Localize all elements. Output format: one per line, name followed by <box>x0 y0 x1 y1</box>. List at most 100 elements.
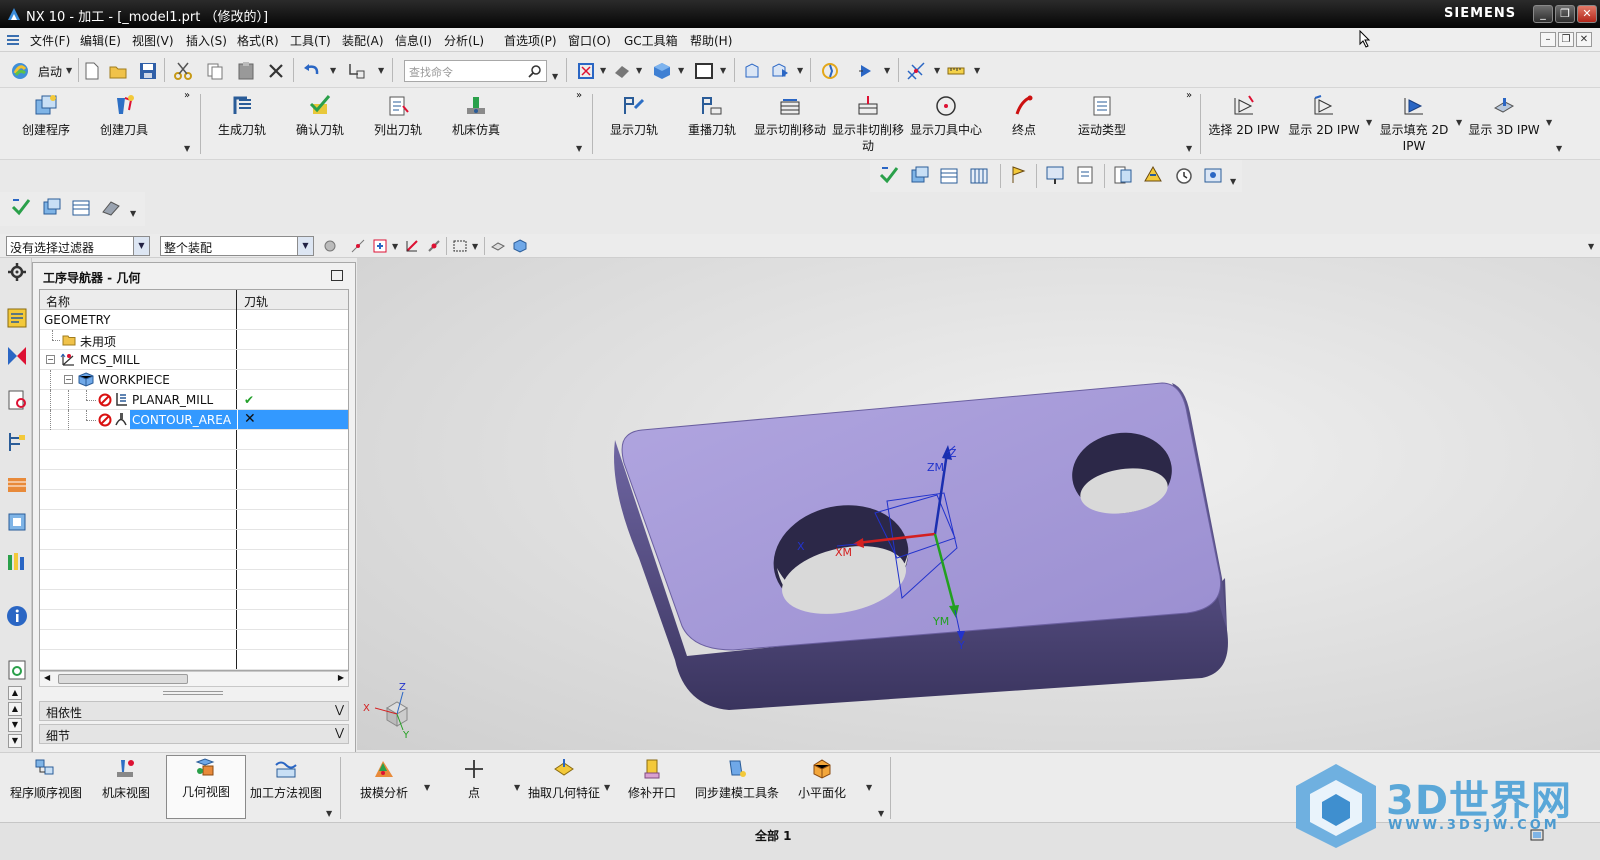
close-button[interactable]: ✕ <box>1577 5 1597 23</box>
search-icon[interactable] <box>528 64 542 78</box>
feed-icon[interactable] <box>1008 164 1030 186</box>
restore-button[interactable]: ❐ <box>1555 5 1575 23</box>
motion-type-button[interactable]: 运动类型 <box>1062 94 1142 138</box>
facetize-button[interactable]: 小平面化 <box>782 757 862 801</box>
point-button[interactable]: 点 <box>434 757 514 801</box>
select-2d-ipw-button[interactable]: 选择 2D IPW <box>1204 94 1284 138</box>
reuse-library-icon[interactable] <box>5 510 29 534</box>
render-style-icon[interactable] <box>612 61 632 81</box>
history-icon[interactable] <box>5 550 29 574</box>
geometry-group-icon[interactable] <box>968 164 990 186</box>
quick-program-icon[interactable] <box>40 196 62 218</box>
part-model[interactable]: ZM Z XM X YM Y Z X Y <box>357 258 1600 750</box>
info-icon[interactable] <box>5 604 29 628</box>
simulation-icon[interactable] <box>820 61 840 81</box>
copy-icon[interactable] <box>205 61 225 81</box>
generate-toolpath-button[interactable]: 生成刀轨 <box>202 94 282 138</box>
show-2d-ipw-button[interactable]: 显示 2D IPW <box>1284 94 1364 138</box>
list-toolpath-button[interactable]: 列出刀轨 <box>358 94 438 138</box>
scroll-down-button[interactable]: ▼ <box>8 718 22 732</box>
menu-preferences[interactable]: 首选项(P) <box>504 32 557 49</box>
replay-toolpath-button[interactable]: 重播刀轨 <box>672 94 752 138</box>
column-header-toolpath[interactable]: 刀轨 <box>244 293 268 310</box>
command-search-input[interactable]: 查找命令 <box>404 60 547 82</box>
shaded-body-icon[interactable] <box>512 238 528 254</box>
show-noncut-moves-button[interactable]: 显示非切削移动 <box>828 94 908 154</box>
scrollbar-thumb[interactable] <box>58 674 188 684</box>
geometry-view-button[interactable]: 几何视图 <box>166 755 246 819</box>
menu-info[interactable]: 信息(I) <box>395 32 432 49</box>
open-folder-icon[interactable] <box>108 61 128 81</box>
collapse-icon[interactable]: − <box>64 375 73 384</box>
menu-assembly[interactable]: 装配(A) <box>342 32 384 49</box>
start-label[interactable]: 启动 <box>38 63 62 80</box>
background-icon[interactable] <box>694 61 714 81</box>
scroll-top-button[interactable]: ▲ <box>8 686 22 700</box>
menu-tools[interactable]: 工具(T) <box>290 32 331 49</box>
display-object-icon[interactable] <box>1044 164 1066 186</box>
rectangle-select-icon[interactable] <box>452 238 468 254</box>
cut-icon[interactable] <box>173 61 193 81</box>
general-selection-icon[interactable] <box>322 238 338 254</box>
assembly-navigator-icon[interactable] <box>5 472 29 496</box>
start-icon[interactable] <box>10 61 30 81</box>
scroll-right-icon[interactable]: ▶ <box>338 673 344 682</box>
graphics-viewport[interactable]: ZM Z XM X YM Y Z X Y <box>357 30 1600 750</box>
edit-section-icon[interactable] <box>770 61 790 81</box>
web-browser-icon[interactable] <box>5 658 29 682</box>
menu-gc-toolbox[interactable]: GC工具箱 <box>624 32 678 49</box>
scroll-left-icon[interactable]: ◀ <box>44 673 50 682</box>
shop-template-icon[interactable] <box>1202 164 1224 186</box>
menu-window[interactable]: 窗口(O) <box>568 32 611 49</box>
snap-point-icon[interactable] <box>906 61 926 81</box>
selection-scope-select[interactable]: 整个装配 ▼ <box>160 236 314 256</box>
snap-toggle-icon[interactable] <box>350 238 366 254</box>
program-order-view-button[interactable]: 程序顺序视图 <box>6 757 86 801</box>
draft-analysis-button[interactable]: 拔模分析 <box>344 757 424 801</box>
machine-simulation-button[interactable]: 机床仿真 <box>436 94 516 138</box>
extract-geometry-button[interactable]: 抽取几何特征 <box>524 757 604 801</box>
doc-minimize-button[interactable]: – <box>1540 32 1556 47</box>
play-toolpath-icon[interactable] <box>856 61 876 81</box>
details-section[interactable]: 细节 ⋁ <box>39 724 349 744</box>
menu-view[interactable]: 视图(V) <box>132 32 174 49</box>
quick-verify-icon[interactable] <box>10 196 32 218</box>
operation-navigator-icon[interactable] <box>5 306 29 330</box>
shop-doc-icon[interactable] <box>1112 164 1134 186</box>
tree-row-contour-area[interactable]: CONTOUR_AREA ✕ <box>40 410 348 430</box>
menu-format[interactable]: 格式(R) <box>237 32 279 49</box>
postprocess-icon[interactable] <box>1142 164 1164 186</box>
paste-icon[interactable] <box>236 61 256 81</box>
splitter-handle[interactable] <box>163 691 223 695</box>
column-header-name[interactable]: 名称 <box>46 293 70 310</box>
menu-insert[interactable]: 插入(S) <box>186 32 227 49</box>
quick-method-icon[interactable] <box>70 196 92 218</box>
scroll-up-button[interactable]: ▲ <box>8 702 22 716</box>
ribbon-more-icon[interactable]: » <box>184 90 190 101</box>
program-group-icon[interactable] <box>908 164 930 186</box>
minimize-button[interactable]: _ <box>1533 5 1553 23</box>
tree-row-geometry[interactable]: GEOMETRY <box>40 310 348 330</box>
menu-help[interactable]: 帮助(H) <box>690 32 732 49</box>
machine-tool-navigator-icon[interactable] <box>5 344 29 368</box>
method-group-icon[interactable] <box>938 164 960 186</box>
gear-icon[interactable] <box>7 262 27 282</box>
show-3d-ipw-button[interactable]: 显示 3D IPW <box>1464 94 1544 138</box>
machining-feature-navigator-icon[interactable] <box>5 388 29 412</box>
cycle-time-icon[interactable] <box>1172 164 1194 186</box>
view-section-icon[interactable] <box>742 61 762 81</box>
part-navigator-icon[interactable] <box>5 430 29 454</box>
ribbon-more-icon-2[interactable]: » <box>576 90 582 101</box>
doc-restore-button[interactable]: ❐ <box>1558 32 1574 47</box>
tree-row-mcs-mill[interactable]: − MCS_MILL <box>40 350 348 370</box>
machining-method-view-button[interactable]: 加工方法视图 <box>246 757 326 801</box>
patch-opening-button[interactable]: 修补开口 <box>612 757 692 801</box>
new-file-icon[interactable] <box>82 61 102 81</box>
doc-close-button[interactable]: ✕ <box>1576 32 1592 47</box>
show-tool-center-button[interactable]: 显示刀具中心 <box>906 94 986 138</box>
machine-tool-view-button[interactable]: 机床视图 <box>86 757 166 801</box>
dependencies-section[interactable]: 相依性 ⋁ <box>39 701 349 721</box>
show-filled-2d-ipw-button[interactable]: 显示填充 2D IPW <box>1374 94 1454 154</box>
delete-icon[interactable] <box>266 61 286 81</box>
end-point-button[interactable]: 终点 <box>984 94 1064 138</box>
